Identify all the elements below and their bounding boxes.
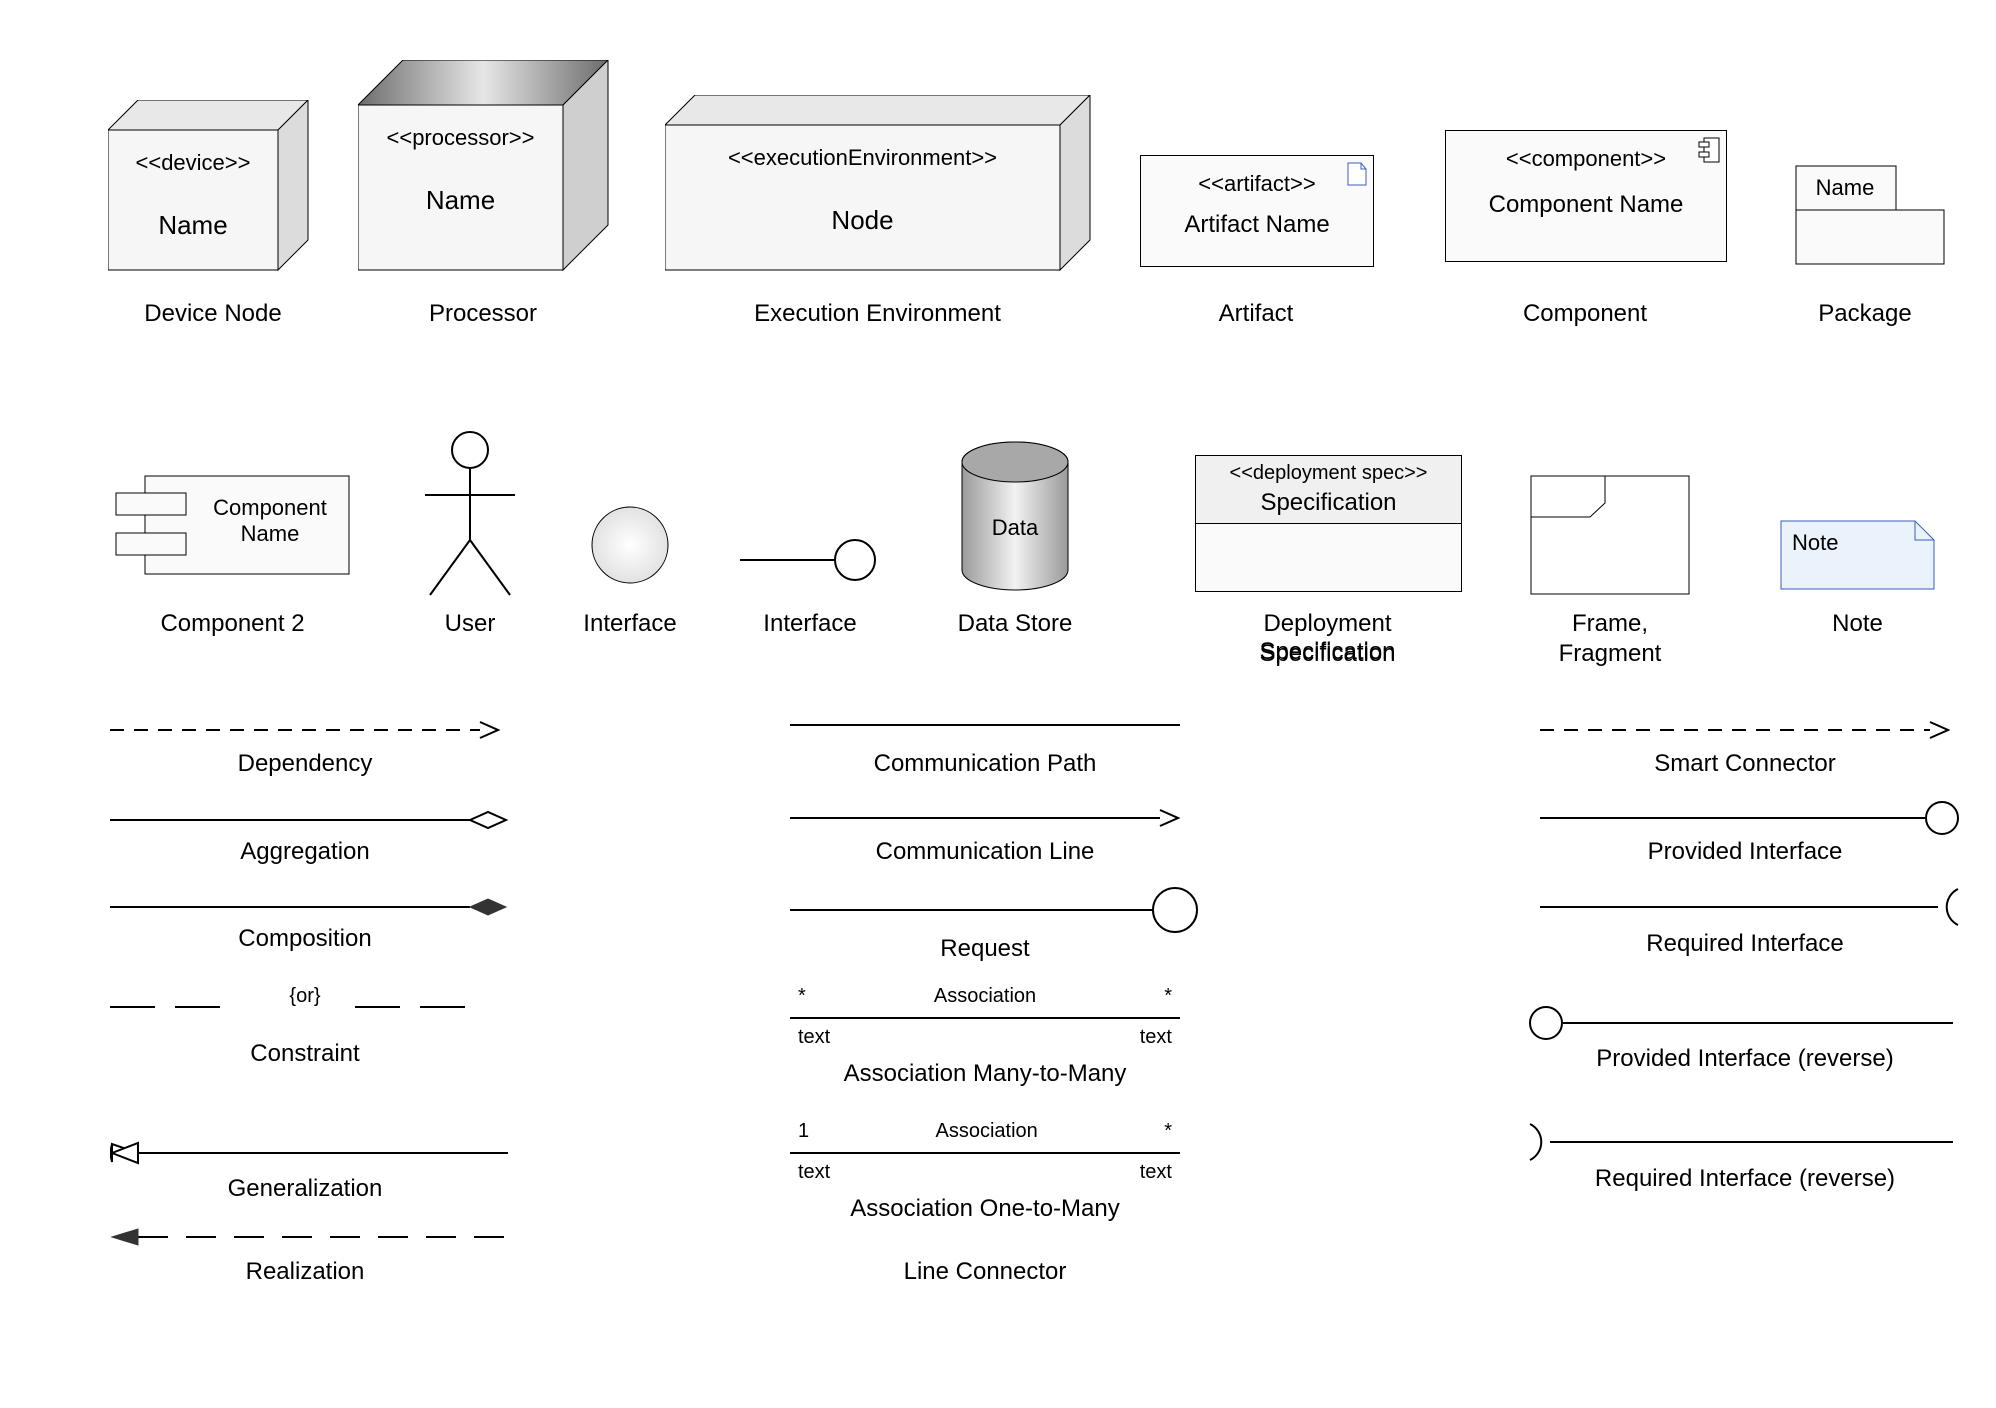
device-node-shape: <<device>> Name [108,100,318,285]
artifact-shape: <<artifact>> Artifact Name [1140,155,1374,267]
device-node-stereo: <<device>> [108,150,278,176]
assoc-mm-text-right: text [1140,1026,1172,1049]
assoc-om-text-right: text [1140,1161,1172,1184]
assoc-om-one: 1 [798,1120,809,1143]
interface2-caption: Interface [740,610,880,638]
artifact-stereo: <<artifact>> [1141,171,1373,197]
uml-deployment-stencil-diagram: <<device>> Name Device Node <<processor>… [0,0,1996,1408]
line-connector-caption: Line Connector [790,1258,1180,1286]
component-caption: Component [1445,300,1725,328]
smart-connector-line [1540,720,1950,740]
composition-caption: Composition [110,925,500,953]
dependency-caption: Dependency [110,750,500,778]
component-name: Component Name [1446,191,1726,219]
data-store-name: Data [960,515,1070,541]
processor-name: Name [358,185,563,216]
component-shape: <<component>> Component Name [1445,130,1727,262]
processor-shape: <<processor>> Name [358,60,618,285]
comm-path-line [790,720,1180,730]
component2-caption: Component 2 [115,610,350,638]
exec-env-name: Node [665,205,1060,236]
required-interface-rev-caption: Required Interface (reverse) [1540,1165,1950,1193]
deploy-spec-name: Specification [1196,485,1461,517]
provided-interface-rev-caption: Provided Interface (reverse) [1540,1045,1950,1073]
assoc-mm-caption: Association Many-to-Many [790,1060,1180,1088]
assoc-mm-star-right: * [1164,985,1172,1008]
component-icon [1698,137,1720,163]
package-caption: Package [1780,300,1950,328]
document-icon [1347,162,1367,186]
frame-captionB: Fragment [1520,640,1700,668]
provided-interface-caption: Provided Interface [1540,838,1950,866]
assoc-mm-word: Association [934,985,1036,1008]
processor-caption: Processor [358,300,608,328]
generalization-line [110,1140,510,1166]
frame-captionA: Frame, [1520,610,1700,638]
smart-connector-caption: Smart Connector [1540,750,1950,778]
required-interface-caption: Required Interface [1540,930,1950,958]
constraint-caption: Constraint [110,1040,500,1068]
artifact-name: Artifact Name [1141,211,1373,239]
assoc-om-text-left: text [798,1161,830,1184]
composition-line [110,895,510,919]
assoc-mm-star-left: * [798,985,806,1008]
provided-interface-rev-line [1528,1005,1953,1041]
exec-env-caption: Execution Environment [665,300,1090,328]
assoc-mm-group: * Association * text text [790,985,1180,1049]
deploy-spec-captionB: Specification [1195,640,1460,668]
request-line [790,885,1200,935]
interface1-caption: Interface [565,610,695,638]
deploy-spec-stereo: <<deployment spec>> [1196,462,1461,485]
component2-shape: Component Name [115,475,350,600]
interface-lollipop [740,535,880,590]
user-shape [415,430,525,605]
dependency-line [110,720,500,740]
note-caption: Note [1780,610,1935,638]
component2-name: Component Name [195,495,345,547]
aggregation-line [110,808,510,832]
frame-shape [1530,475,1690,600]
constraint-group: {or} [110,985,500,1020]
required-interface-line [1540,885,1960,929]
deploy-spec-shape: <<deployment spec>> Specification [1195,455,1462,592]
user-caption: User [405,610,535,638]
generalization-caption: Generalization [110,1175,500,1203]
assoc-om-star: * [1164,1120,1172,1143]
device-node-name: Name [108,210,278,241]
assoc-om-word: Association [936,1120,1038,1143]
exec-env-stereo: <<executionEnvironment>> [665,145,1060,171]
artifact-caption: Artifact [1140,300,1372,328]
note-shape: Note [1780,520,1935,595]
provided-interface-line [1540,800,1960,836]
note-name: Note [1792,530,1838,556]
request-caption: Request [790,935,1180,963]
assoc-om-group: 1 Association * text text [790,1120,1180,1184]
component-stereo: <<component>> [1446,146,1726,172]
device-node-caption: Device Node [108,300,318,328]
package-shape: Name [1795,165,1945,270]
required-interface-rev-line [1528,1120,1953,1164]
exec-env-shape: <<executionEnvironment>> Node [665,95,1095,285]
constraint-text: {or} [110,985,500,1008]
comm-line-caption: Communication Line [790,838,1180,866]
comm-line-line [790,808,1180,828]
processor-stereo: <<processor>> [358,125,563,151]
interface-circle [590,505,670,590]
data-store-caption: Data Store [935,610,1095,638]
realization-line [110,1225,510,1249]
comm-path-caption: Communication Path [790,750,1180,778]
assoc-om-caption: Association One-to-Many [790,1195,1180,1223]
assoc-mm-text-left: text [798,1026,830,1049]
aggregation-caption: Aggregation [110,838,500,866]
package-name: Name [1795,175,1895,201]
realization-caption: Realization [110,1258,500,1286]
data-store-shape: Data [960,440,1070,600]
